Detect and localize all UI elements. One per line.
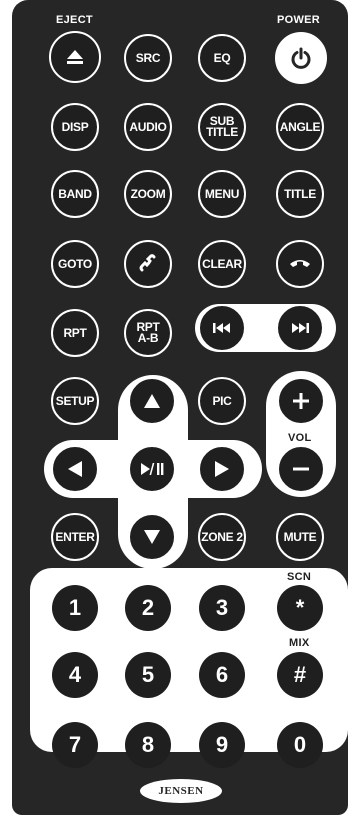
digit-5-button[interactable]: 5 (125, 652, 171, 698)
digit-7-button[interactable]: 7 (52, 722, 98, 768)
enter-button[interactable]: ENTER (51, 513, 99, 561)
volume-up-button[interactable] (277, 377, 325, 425)
power-icon (290, 47, 312, 69)
right-button[interactable] (198, 445, 246, 493)
digit-9-button[interactable]: 9 (199, 722, 245, 768)
down-button[interactable] (128, 513, 176, 561)
title-button[interactable]: TITLE (276, 170, 324, 218)
eq-button[interactable]: EQ (198, 34, 246, 82)
power-label: POWER (277, 14, 321, 26)
zone2-button[interactable]: ZONE 2 (198, 513, 246, 561)
skip-next-icon (291, 322, 309, 334)
clear-button[interactable]: CLEAR (198, 240, 246, 288)
rpt-ab-button[interactable]: RPT A-B (124, 309, 172, 357)
vol-label: VOL (288, 432, 312, 444)
eject-button[interactable] (49, 31, 101, 83)
arrow-down-icon (143, 529, 161, 545)
band-button[interactable]: BAND (51, 170, 99, 218)
call-button[interactable] (124, 240, 172, 288)
next-button[interactable] (276, 304, 324, 352)
power-button[interactable] (275, 32, 327, 84)
digit-1-button[interactable]: 1 (52, 585, 98, 631)
brand-text: JENSEN (158, 785, 204, 797)
audio-button[interactable]: AUDIO (124, 103, 172, 151)
angle-button[interactable]: ANGLE (276, 103, 324, 151)
src-button[interactable]: SRC (124, 34, 172, 82)
rpt-button[interactable]: RPT (51, 309, 99, 357)
phone-hangup-icon (288, 257, 312, 271)
volume-down-button[interactable] (277, 445, 325, 493)
previous-button[interactable] (198, 304, 246, 352)
subtitle-button[interactable]: SUB TITLE (198, 103, 246, 151)
hangup-button[interactable] (276, 240, 324, 288)
mix-label: MIX (289, 637, 310, 649)
up-button[interactable] (128, 377, 176, 425)
plus-icon (292, 392, 310, 410)
arrow-up-icon (143, 393, 161, 409)
zoom-button[interactable]: ZOOM (124, 170, 172, 218)
arrow-right-icon (214, 460, 230, 478)
menu-button[interactable]: MENU (198, 170, 246, 218)
digit-8-button[interactable]: 8 (125, 722, 171, 768)
minus-icon (292, 467, 310, 471)
left-button[interactable] (51, 445, 99, 493)
digit-0-button[interactable]: 0 (277, 722, 323, 768)
star-button[interactable]: * (277, 585, 323, 631)
digit-6-button[interactable]: 6 (199, 652, 245, 698)
mute-button[interactable]: MUTE (276, 513, 324, 561)
eject-icon (65, 48, 85, 66)
eject-label: EJECT (56, 14, 93, 26)
phone-answer-icon (137, 253, 159, 275)
digit-4-button[interactable]: 4 (52, 652, 98, 698)
play-pause-button[interactable] (128, 445, 176, 493)
play-pause-icon (140, 462, 164, 476)
arrow-left-icon (67, 460, 83, 478)
scn-label: SCN (287, 571, 312, 583)
jensen-logo: JENSEN (140, 779, 222, 803)
digit-3-button[interactable]: 3 (199, 585, 245, 631)
skip-previous-icon (213, 322, 231, 334)
digit-2-button[interactable]: 2 (125, 585, 171, 631)
setup-button[interactable]: SETUP (51, 377, 99, 425)
pic-button[interactable]: PIC (198, 377, 246, 425)
hash-button[interactable]: # (277, 652, 323, 698)
goto-button[interactable]: GOTO (51, 240, 99, 288)
disp-button[interactable]: DISP (51, 103, 99, 151)
